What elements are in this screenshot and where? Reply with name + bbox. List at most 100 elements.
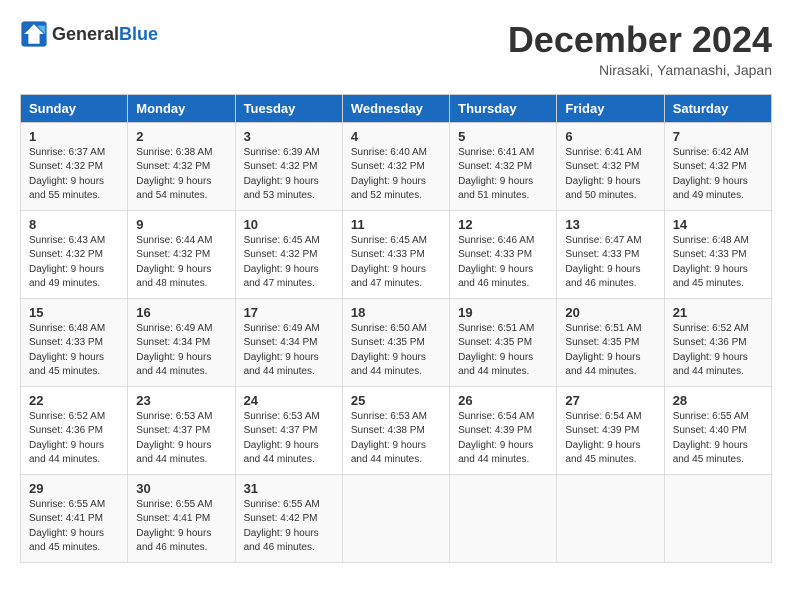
calendar-cell: 19 Sunrise: 6:51 AMSunset: 4:35 PMDaylig… <box>450 298 557 386</box>
day-detail: Sunrise: 6:54 AMSunset: 4:39 PMDaylight:… <box>565 411 641 466</box>
calendar-cell: 21 Sunrise: 6:52 AMSunset: 4:36 PMDaylig… <box>664 298 771 386</box>
day-number: 31 <box>244 481 334 496</box>
week-row-1: 1 Sunrise: 6:37 AMSunset: 4:32 PMDayligh… <box>21 122 772 210</box>
day-detail: Sunrise: 6:51 AMSunset: 4:35 PMDaylight:… <box>458 323 534 378</box>
day-number: 24 <box>244 393 334 408</box>
calendar-cell: 25 Sunrise: 6:53 AMSunset: 4:38 PMDaylig… <box>342 386 449 474</box>
day-number: 4 <box>351 129 441 144</box>
calendar-cell: 3 Sunrise: 6:39 AMSunset: 4:32 PMDayligh… <box>235 122 342 210</box>
day-detail: Sunrise: 6:42 AMSunset: 4:32 PMDaylight:… <box>673 147 749 202</box>
day-detail: Sunrise: 6:51 AMSunset: 4:35 PMDaylight:… <box>565 323 641 378</box>
calendar-cell: 29 Sunrise: 6:55 AMSunset: 4:41 PMDaylig… <box>21 474 128 562</box>
day-detail: Sunrise: 6:54 AMSunset: 4:39 PMDaylight:… <box>458 411 534 466</box>
calendar-cell: 5 Sunrise: 6:41 AMSunset: 4:32 PMDayligh… <box>450 122 557 210</box>
day-detail: Sunrise: 6:38 AMSunset: 4:32 PMDaylight:… <box>136 147 212 202</box>
day-number: 6 <box>565 129 655 144</box>
calendar-cell: 15 Sunrise: 6:48 AMSunset: 4:33 PMDaylig… <box>21 298 128 386</box>
calendar-cell: 10 Sunrise: 6:45 AMSunset: 4:32 PMDaylig… <box>235 210 342 298</box>
calendar-cell: 20 Sunrise: 6:51 AMSunset: 4:35 PMDaylig… <box>557 298 664 386</box>
header-thursday: Thursday <box>450 94 557 122</box>
day-detail: Sunrise: 6:55 AMSunset: 4:41 PMDaylight:… <box>29 499 105 554</box>
calendar-cell: 16 Sunrise: 6:49 AMSunset: 4:34 PMDaylig… <box>128 298 235 386</box>
day-number: 26 <box>458 393 548 408</box>
header-wednesday: Wednesday <box>342 94 449 122</box>
week-row-4: 22 Sunrise: 6:52 AMSunset: 4:36 PMDaylig… <box>21 386 772 474</box>
week-row-2: 8 Sunrise: 6:43 AMSunset: 4:32 PMDayligh… <box>21 210 772 298</box>
calendar-cell: 31 Sunrise: 6:55 AMSunset: 4:42 PMDaylig… <box>235 474 342 562</box>
day-number: 9 <box>136 217 226 232</box>
page-header: GeneralBlue December 2024 Nirasaki, Yama… <box>20 20 772 78</box>
logo-text: GeneralBlue <box>52 24 158 45</box>
day-detail: Sunrise: 6:49 AMSunset: 4:34 PMDaylight:… <box>136 323 212 378</box>
day-detail: Sunrise: 6:44 AMSunset: 4:32 PMDaylight:… <box>136 235 212 290</box>
day-number: 1 <box>29 129 119 144</box>
day-detail: Sunrise: 6:55 AMSunset: 4:42 PMDaylight:… <box>244 499 320 554</box>
day-detail: Sunrise: 6:37 AMSunset: 4:32 PMDaylight:… <box>29 147 105 202</box>
header-monday: Monday <box>128 94 235 122</box>
calendar-cell: 11 Sunrise: 6:45 AMSunset: 4:33 PMDaylig… <box>342 210 449 298</box>
calendar-cell: 14 Sunrise: 6:48 AMSunset: 4:33 PMDaylig… <box>664 210 771 298</box>
calendar-cell: 4 Sunrise: 6:40 AMSunset: 4:32 PMDayligh… <box>342 122 449 210</box>
calendar-cell: 28 Sunrise: 6:55 AMSunset: 4:40 PMDaylig… <box>664 386 771 474</box>
day-detail: Sunrise: 6:53 AMSunset: 4:37 PMDaylight:… <box>136 411 212 466</box>
calendar-cell: 24 Sunrise: 6:53 AMSunset: 4:37 PMDaylig… <box>235 386 342 474</box>
calendar-cell: 17 Sunrise: 6:49 AMSunset: 4:34 PMDaylig… <box>235 298 342 386</box>
day-number: 28 <box>673 393 763 408</box>
day-detail: Sunrise: 6:52 AMSunset: 4:36 PMDaylight:… <box>29 411 105 466</box>
day-detail: Sunrise: 6:50 AMSunset: 4:35 PMDaylight:… <box>351 323 427 378</box>
day-detail: Sunrise: 6:55 AMSunset: 4:40 PMDaylight:… <box>673 411 749 466</box>
week-row-3: 15 Sunrise: 6:48 AMSunset: 4:33 PMDaylig… <box>21 298 772 386</box>
calendar-cell: 13 Sunrise: 6:47 AMSunset: 4:33 PMDaylig… <box>557 210 664 298</box>
day-detail: Sunrise: 6:45 AMSunset: 4:33 PMDaylight:… <box>351 235 427 290</box>
day-number: 13 <box>565 217 655 232</box>
calendar-cell <box>664 474 771 562</box>
day-number: 7 <box>673 129 763 144</box>
header-sunday: Sunday <box>21 94 128 122</box>
calendar-cell <box>342 474 449 562</box>
day-number: 15 <box>29 305 119 320</box>
month-title: December 2024 <box>508 20 772 60</box>
day-detail: Sunrise: 6:39 AMSunset: 4:32 PMDaylight:… <box>244 147 320 202</box>
day-number: 18 <box>351 305 441 320</box>
header-friday: Friday <box>557 94 664 122</box>
calendar-cell: 30 Sunrise: 6:55 AMSunset: 4:41 PMDaylig… <box>128 474 235 562</box>
header-saturday: Saturday <box>664 94 771 122</box>
calendar-cell: 12 Sunrise: 6:46 AMSunset: 4:33 PMDaylig… <box>450 210 557 298</box>
logo-icon <box>20 20 48 48</box>
logo: GeneralBlue <box>20 20 158 48</box>
calendar-cell: 6 Sunrise: 6:41 AMSunset: 4:32 PMDayligh… <box>557 122 664 210</box>
day-number: 20 <box>565 305 655 320</box>
calendar-cell: 26 Sunrise: 6:54 AMSunset: 4:39 PMDaylig… <box>450 386 557 474</box>
day-number: 8 <box>29 217 119 232</box>
day-number: 30 <box>136 481 226 496</box>
day-number: 5 <box>458 129 548 144</box>
day-number: 3 <box>244 129 334 144</box>
header-tuesday: Tuesday <box>235 94 342 122</box>
day-number: 10 <box>244 217 334 232</box>
day-number: 17 <box>244 305 334 320</box>
day-number: 19 <box>458 305 548 320</box>
day-number: 12 <box>458 217 548 232</box>
calendar-table: SundayMondayTuesdayWednesdayThursdayFrid… <box>20 94 772 563</box>
calendar-cell: 27 Sunrise: 6:54 AMSunset: 4:39 PMDaylig… <box>557 386 664 474</box>
day-number: 11 <box>351 217 441 232</box>
calendar-cell: 9 Sunrise: 6:44 AMSunset: 4:32 PMDayligh… <box>128 210 235 298</box>
day-detail: Sunrise: 6:40 AMSunset: 4:32 PMDaylight:… <box>351 147 427 202</box>
day-detail: Sunrise: 6:47 AMSunset: 4:33 PMDaylight:… <box>565 235 641 290</box>
calendar-cell: 23 Sunrise: 6:53 AMSunset: 4:37 PMDaylig… <box>128 386 235 474</box>
day-number: 22 <box>29 393 119 408</box>
calendar-cell: 1 Sunrise: 6:37 AMSunset: 4:32 PMDayligh… <box>21 122 128 210</box>
calendar-cell: 2 Sunrise: 6:38 AMSunset: 4:32 PMDayligh… <box>128 122 235 210</box>
day-detail: Sunrise: 6:46 AMSunset: 4:33 PMDaylight:… <box>458 235 534 290</box>
calendar-header-row: SundayMondayTuesdayWednesdayThursdayFrid… <box>21 94 772 122</box>
day-detail: Sunrise: 6:43 AMSunset: 4:32 PMDaylight:… <box>29 235 105 290</box>
calendar-cell: 22 Sunrise: 6:52 AMSunset: 4:36 PMDaylig… <box>21 386 128 474</box>
day-detail: Sunrise: 6:48 AMSunset: 4:33 PMDaylight:… <box>673 235 749 290</box>
day-detail: Sunrise: 6:41 AMSunset: 4:32 PMDaylight:… <box>458 147 534 202</box>
day-detail: Sunrise: 6:45 AMSunset: 4:32 PMDaylight:… <box>244 235 320 290</box>
calendar-cell: 8 Sunrise: 6:43 AMSunset: 4:32 PMDayligh… <box>21 210 128 298</box>
day-number: 23 <box>136 393 226 408</box>
calendar-cell <box>450 474 557 562</box>
day-detail: Sunrise: 6:49 AMSunset: 4:34 PMDaylight:… <box>244 323 320 378</box>
day-number: 25 <box>351 393 441 408</box>
